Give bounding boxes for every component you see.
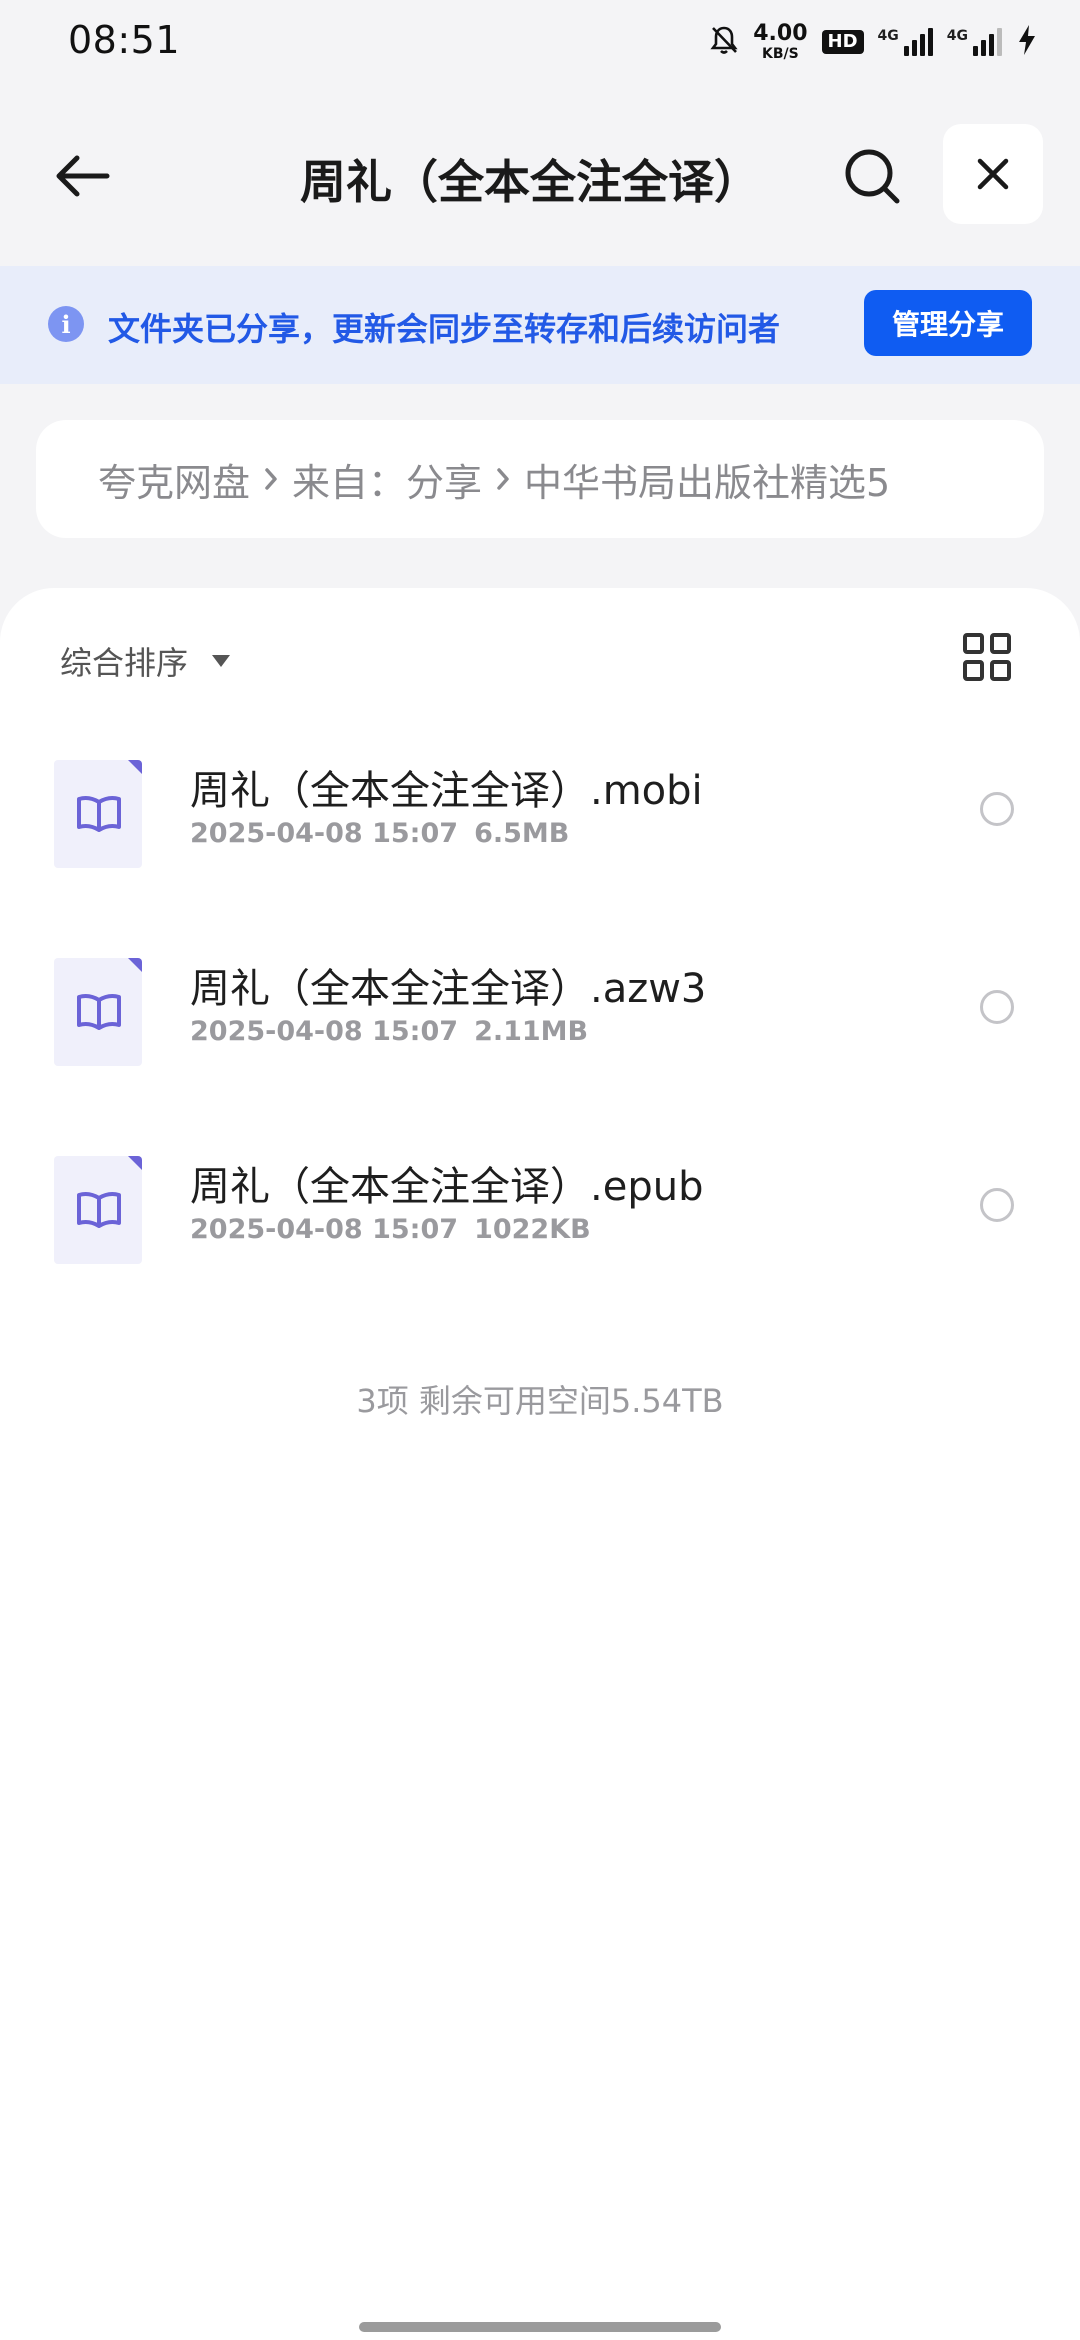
file-date: 2025-04-08 15:07 (190, 818, 459, 849)
file-meta: 2025-04-08 15:07 2.11MB (190, 1016, 588, 1047)
close-icon (977, 158, 1009, 190)
file-date: 2025-04-08 15:07 (190, 1016, 459, 1047)
file-date: 2025-04-08 15:07 (190, 1214, 459, 1245)
file-size: 6.5MB (474, 818, 570, 849)
share-notice-banner: i 文件夹已分享，更新会同步至转存和后续访问者 管理分享 (0, 266, 1080, 384)
file-select-radio[interactable] (980, 1188, 1014, 1222)
status-time: 08:51 (68, 18, 181, 62)
file-list-panel: 综合排序 周礼（全本全注全译）.mobi 2025-04-08 15:07 6.5… (0, 588, 1080, 2340)
book-icon (77, 1192, 121, 1228)
breadcrumb: 夸克网盘 来自：分享 中华书局出版社精选5 (36, 420, 1044, 538)
storage-summary: 3项 剩余可用空间5.54TB (356, 1382, 724, 1420)
file-size: 2.11MB (474, 1016, 589, 1047)
chevron-right-icon (496, 467, 510, 491)
file-row[interactable]: 周礼（全本全注全译）.epub 2025-04-08 15:07 1022KB (0, 1144, 1080, 1342)
share-notice-text: 文件夹已分享，更新会同步至转存和后续访问者 (108, 310, 781, 348)
search-button[interactable] (832, 136, 912, 216)
status-bar: 08:51 4.00 KB/S HD 4G 4G (0, 0, 1080, 80)
file-row[interactable]: 周礼（全本全注全译）.azw3 2025-04-08 15:07 2.11MB (0, 946, 1080, 1144)
search-icon (845, 149, 900, 204)
file-name: 周礼（全本全注全译）.mobi (190, 768, 703, 814)
file-select-radio[interactable] (980, 792, 1014, 826)
manage-share-button[interactable]: 管理分享 (864, 290, 1032, 356)
file-meta: 2025-04-08 15:07 6.5MB (190, 818, 569, 849)
file-list: 周礼（全本全注全译）.mobi 2025-04-08 15:07 6.5MB 周礼… (0, 748, 1080, 1342)
file-thumbnail (54, 958, 142, 1066)
grid-view-icon (963, 633, 1011, 681)
back-arrow-icon (56, 155, 110, 197)
file-thumbnail (54, 1156, 142, 1264)
signal-2-label: 4G (946, 28, 968, 44)
network-speed: 4.00 KB/S (753, 21, 808, 62)
caret-down-icon (212, 655, 231, 667)
file-row[interactable]: 周礼（全本全注全译）.mobi 2025-04-08 15:07 6.5MB (0, 748, 1080, 946)
file-select-radio[interactable] (980, 990, 1014, 1024)
file-thumbnail (54, 760, 142, 868)
top-app-bar: 周礼（全本全注全译） (0, 80, 1080, 266)
file-name: 周礼（全本全注全译）.epub (190, 1164, 704, 1210)
status-icons: 4.00 KB/S HD 4G 4G (709, 20, 1038, 64)
battery-charging-icon (1016, 23, 1038, 61)
info-icon: i (48, 306, 84, 342)
file-meta: 2025-04-08 15:07 1022KB (190, 1214, 591, 1245)
page-title: 周礼（全本全注全译） (300, 155, 760, 209)
view-toggle-button[interactable] (962, 632, 1012, 682)
signal-1-icon: 4G (878, 28, 933, 56)
book-icon (77, 994, 121, 1030)
signal-2-icon: 4G (947, 28, 1002, 56)
network-speed-unit: KB/S (762, 46, 799, 62)
breadcrumb-item-root[interactable]: 夸克网盘 (98, 452, 250, 507)
close-button[interactable] (943, 124, 1043, 224)
home-indicator[interactable] (359, 2322, 721, 2332)
signal-1-label: 4G (877, 28, 899, 44)
book-icon (77, 796, 121, 832)
back-button[interactable] (42, 136, 122, 216)
breadcrumb-item-shared[interactable]: 来自：分享 (292, 452, 482, 507)
sort-dropdown[interactable]: 综合排序 (60, 638, 231, 684)
file-size: 1022KB (474, 1214, 591, 1245)
sort-label: 综合排序 (60, 644, 189, 682)
breadcrumb-item-folder[interactable]: 中华书局出版社精选5 (524, 452, 890, 507)
chevron-right-icon (264, 467, 278, 491)
bell-off-icon (709, 24, 739, 60)
network-speed-value: 4.00 (753, 21, 808, 46)
hd-badge: HD (821, 30, 864, 54)
file-name: 周礼（全本全注全译）.azw3 (190, 966, 707, 1012)
